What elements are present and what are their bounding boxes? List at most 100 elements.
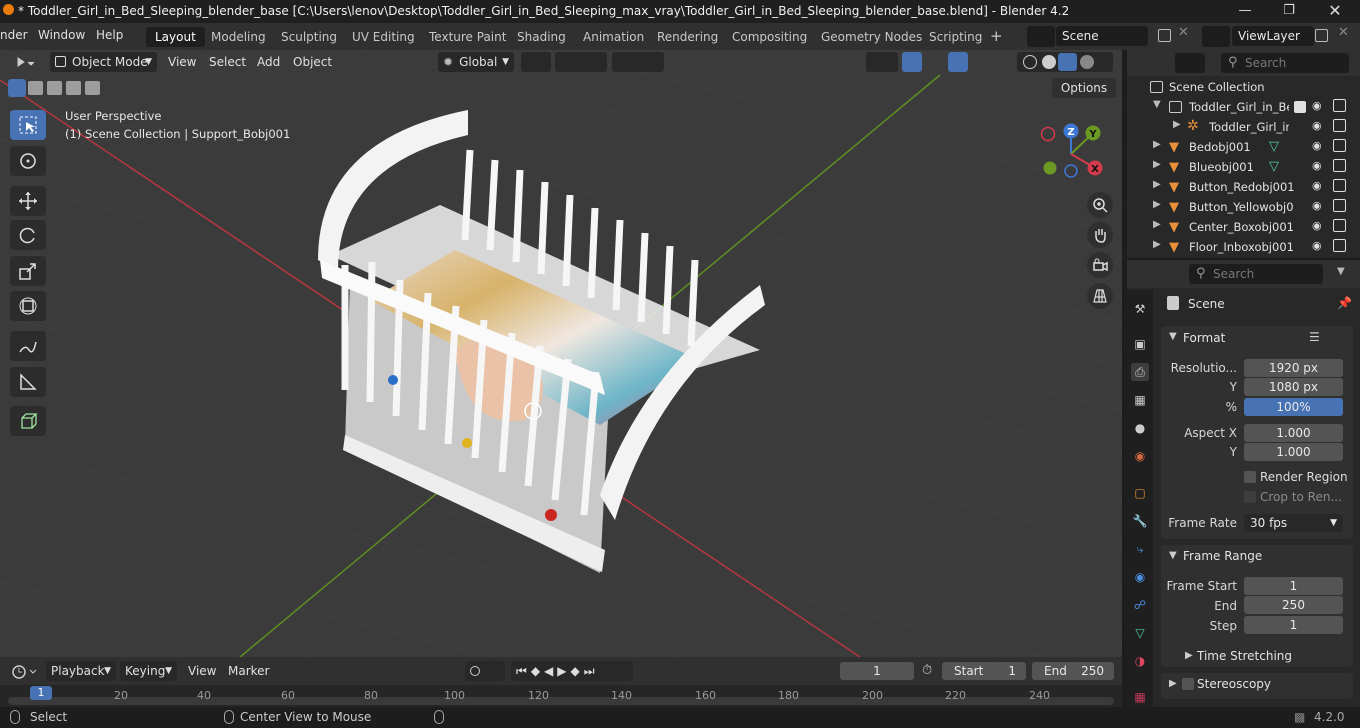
jump-start-icon[interactable]: ⏮: [516, 664, 531, 678]
measure-tool-icon[interactable]: [10, 367, 46, 397]
render-tab-icon[interactable]: ▣: [1131, 335, 1149, 353]
playback-controls[interactable]: ⏮◆◀▶◆⏭: [511, 661, 633, 681]
timeline-menu-marker[interactable]: Marker: [223, 661, 274, 681]
navigation-gizmo[interactable]: Z Y X: [1035, 118, 1110, 183]
next-keyframe-icon[interactable]: ◆: [571, 664, 584, 678]
camera-view-icon[interactable]: [1087, 252, 1113, 278]
eye-icon[interactable]: ◉: [1312, 179, 1325, 192]
exclude-checkbox[interactable]: [1294, 101, 1306, 113]
rendered-shading-icon[interactable]: [1080, 55, 1094, 69]
properties-search-input[interactable]: Search: [1189, 264, 1323, 284]
auto-keying-icon[interactable]: [465, 661, 505, 681]
tab-texture-paint[interactable]: Texture Paint: [420, 27, 515, 47]
outliner-editor-type-icon[interactable]: [1135, 53, 1163, 73]
eye-icon[interactable]: ◉: [1312, 239, 1325, 252]
perspective-toggle-icon[interactable]: [1087, 283, 1113, 309]
eye-icon[interactable]: ◉: [1312, 199, 1325, 212]
options-button[interactable]: Options: [1052, 78, 1116, 98]
output-tab-icon[interactable]: ⎙: [1131, 363, 1149, 381]
tab-shading[interactable]: Shading: [508, 27, 575, 47]
resolution-x-field[interactable]: 1920 px: [1244, 359, 1343, 377]
chevron-right-icon[interactable]: ▶: [1153, 219, 1161, 230]
camera-icon[interactable]: [1333, 239, 1346, 252]
tab-compositing[interactable]: Compositing: [723, 27, 816, 47]
pan-hand-icon[interactable]: [1087, 222, 1113, 248]
shading-modes[interactable]: [1017, 52, 1113, 72]
tab-modeling[interactable]: Modeling: [202, 27, 275, 47]
chevron-down-icon[interactable]: ▼: [1153, 99, 1161, 110]
frame-range-title[interactable]: Frame Range: [1183, 549, 1262, 563]
resolution-y-field[interactable]: 1080 px: [1244, 378, 1343, 396]
3d-viewport[interactable]: [0, 50, 1122, 657]
visibility-filter-icon[interactable]: [866, 52, 898, 72]
scene-name-field[interactable]: Scene: [1056, 26, 1148, 46]
new-viewlayer-icon[interactable]: [1315, 29, 1328, 42]
scene-tab-icon[interactable]: ●: [1131, 419, 1149, 437]
outliner-search-input[interactable]: Search: [1221, 53, 1349, 73]
jump-end-icon[interactable]: ⏭: [584, 664, 599, 678]
chevron-right-icon[interactable]: ▶: [1185, 650, 1193, 661]
zoom-icon[interactable]: [1087, 192, 1113, 218]
tab-sculpting[interactable]: Sculpting: [272, 27, 346, 47]
rotate-tool-icon[interactable]: [10, 220, 46, 250]
add-cube-tool-icon[interactable]: [10, 406, 46, 436]
material-tab-icon[interactable]: ◑: [1131, 652, 1149, 670]
move-tool-icon[interactable]: [10, 186, 46, 216]
tab-rendering[interactable]: Rendering: [648, 27, 727, 47]
camera-icon[interactable]: [1333, 159, 1346, 172]
select-box-tool-icon[interactable]: [10, 110, 46, 140]
new-scene-icon[interactable]: [1158, 29, 1171, 42]
timer-icon[interactable]: ⏱: [922, 663, 932, 678]
annotate-tool-icon[interactable]: [10, 331, 46, 361]
eye-icon[interactable]: ◉: [1312, 139, 1325, 152]
play-reverse-icon[interactable]: ◀: [544, 664, 557, 678]
viewport-menu-select[interactable]: Select: [204, 52, 251, 72]
eye-icon[interactable]: ◉: [1312, 119, 1325, 132]
playhead-marker[interactable]: 1: [30, 686, 52, 700]
camera-icon[interactable]: [1333, 99, 1346, 112]
viewport-menu-object[interactable]: Object: [288, 52, 337, 72]
frame-rate-dropdown[interactable]: 30 fps ▼: [1244, 514, 1343, 532]
delete-viewlayer-icon[interactable]: ✕: [1338, 25, 1349, 40]
timeline-menu-view[interactable]: View: [183, 661, 221, 681]
format-panel-title[interactable]: Format: [1183, 331, 1225, 345]
outliner-row[interactable]: Scene Collection: [1127, 77, 1360, 97]
aspect-y-field[interactable]: 1.000: [1244, 443, 1343, 461]
camera-icon[interactable]: [1333, 219, 1346, 232]
eye-icon[interactable]: ◉: [1312, 99, 1325, 112]
texture-tab-icon[interactable]: ▦: [1131, 688, 1149, 706]
menu-window[interactable]: Window: [38, 28, 85, 42]
chevron-right-icon[interactable]: ▶: [1173, 119, 1181, 130]
selection-mode-icons[interactable]: [8, 79, 104, 97]
tab-uv-editing[interactable]: UV Editing: [343, 27, 424, 47]
tab-scripting[interactable]: Scripting: [920, 27, 991, 47]
menu-render[interactable]: nder: [0, 28, 28, 42]
delete-scene-icon[interactable]: ✕: [1178, 25, 1189, 40]
material-preview-shading-icon[interactable]: [1058, 53, 1077, 71]
world-tab-icon[interactable]: ◉: [1131, 447, 1149, 465]
snap-toggle-icon[interactable]: [555, 52, 607, 72]
camera-icon[interactable]: [1333, 119, 1346, 132]
properties-editor-type-icon[interactable]: [1135, 264, 1165, 284]
camera-icon[interactable]: [1333, 139, 1346, 152]
cursor-tool-icon[interactable]: [10, 146, 46, 176]
modifier-tab-icon[interactable]: 🔧: [1131, 512, 1149, 530]
scale-tool-icon[interactable]: [10, 256, 46, 286]
play-icon[interactable]: ▶: [557, 664, 570, 678]
close-icon[interactable]: ✕: [1312, 0, 1358, 23]
timeline-editor-type-icon[interactable]: [10, 662, 40, 682]
chevron-right-icon[interactable]: ▶: [1169, 678, 1177, 689]
scene-browse-icon[interactable]: [1027, 26, 1055, 47]
tab-geometry-nodes[interactable]: Geometry Nodes: [812, 27, 931, 47]
gizmo-toggle-icon[interactable]: [902, 52, 922, 72]
minimize-icon[interactable]: —: [1222, 0, 1268, 23]
aspect-x-field[interactable]: 1.000: [1244, 424, 1343, 442]
chevron-down-icon[interactable]: ▼: [1169, 550, 1177, 561]
current-frame-field[interactable]: 1: [840, 662, 914, 680]
eye-icon[interactable]: ◉: [1312, 219, 1325, 232]
camera-icon[interactable]: [1333, 179, 1346, 192]
menu-help[interactable]: Help: [96, 28, 123, 42]
start-frame-field[interactable]: Start 1: [942, 662, 1026, 680]
select-extend-icon[interactable]: [28, 81, 43, 95]
view-layer-tab-icon[interactable]: ▦: [1131, 391, 1149, 409]
